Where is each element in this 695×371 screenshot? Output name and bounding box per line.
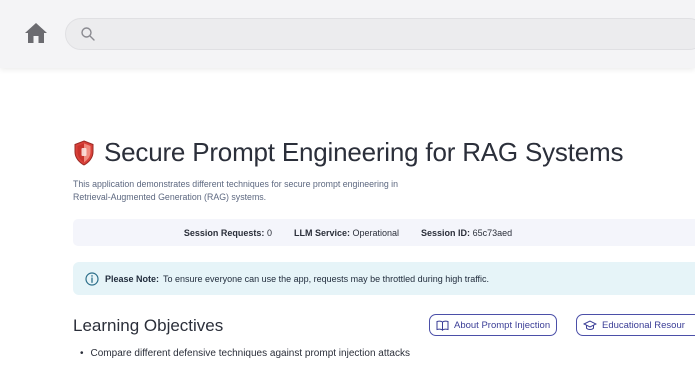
description-line: Retrieval-Augmented Generation (RAG) sys… [73,192,267,202]
throttle-notice: Please Note: To ensure everyone can use … [73,262,695,295]
session-id-label: Session ID: [421,227,471,238]
session-requests-status: Session Requests: 0 [184,228,272,238]
llm-service-value: Operational [352,227,400,238]
learning-objectives-title: Learning Objectives [73,316,224,335]
search-icon [81,27,95,41]
list-item: Compare different defensive techniques a… [80,348,410,359]
page-description: This application demonstrates different … [73,178,503,204]
notice-text: To ensure everyone can use the app, requ… [163,273,490,284]
llm-service-label: LLM Service: [293,227,350,238]
info-icon [85,271,99,286]
educational-resources-button[interactable]: Educational Resour [576,314,695,336]
educational-resources-label: Educational Resour [602,319,685,331]
session-requests-value: 0 [266,227,272,238]
session-requests-label: Session Requests: [183,227,265,238]
home-icon [25,23,47,43]
graduation-cap-icon [583,319,597,330]
description-line: This application demonstrates different … [73,179,399,189]
llm-service-status: LLM Service: Operational [294,228,399,238]
home-button[interactable] [22,20,50,46]
session-status-bar: Session Requests: 0 LLM Service: Operati… [73,219,695,246]
page-header: Secure Prompt Engineering for RAG System… [73,137,623,168]
top-bar [0,0,695,68]
learning-objectives-list: Compare different defensive techniques a… [80,348,410,359]
search-input[interactable] [104,23,664,45]
page-title: Secure Prompt Engineering for RAG System… [104,137,624,167]
about-prompt-injection-button[interactable]: About Prompt Injection [429,314,558,336]
about-prompt-injection-label: About Prompt Injection [454,319,551,331]
notice-label: Please Note: [105,273,160,284]
session-id-status: Session ID: 65c73aed [421,228,512,238]
session-id-value: 65c73aed [472,227,513,238]
book-icon [436,320,449,331]
shield-icon [74,139,94,166]
search-bar[interactable] [65,18,695,50]
